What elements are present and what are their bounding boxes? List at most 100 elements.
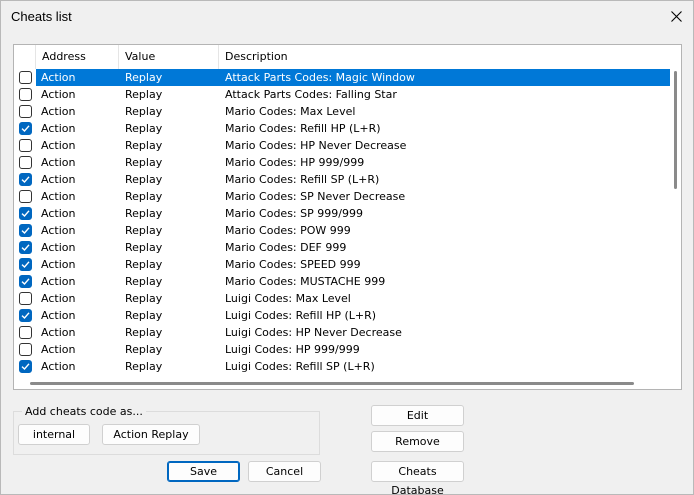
close-icon [670, 11, 682, 22]
row-address: Action [41, 241, 76, 254]
row-description: Mario Codes: Refill SP (L+R) [225, 173, 380, 186]
row-checkbox[interactable] [19, 258, 32, 271]
cancel-button[interactable]: Cancel [248, 461, 321, 482]
row-address: Action [41, 122, 76, 135]
row-checkbox[interactable] [19, 343, 32, 356]
table-row[interactable]: Action Replay Mario Codes: HP 999/999 [14, 154, 670, 171]
list-body: Action Replay Attack Parts Codes: Magic Wi… [14, 69, 670, 379]
row-checkbox[interactable] [19, 139, 32, 152]
row-checkbox[interactable] [19, 105, 32, 118]
row-value: Replay [125, 241, 163, 254]
row-value: Replay [125, 190, 163, 203]
table-row[interactable]: Action Replay Mario Codes: Max Level [14, 103, 670, 120]
column-header-check[interactable] [14, 45, 36, 69]
table-row[interactable]: Action Replay Luigi Codes: Max Level [14, 290, 670, 307]
table-row[interactable]: Action Replay Mario Codes: Refill HP (L+R) [14, 120, 670, 137]
row-value: Replay [125, 292, 163, 305]
horizontal-scrollbar[interactable] [14, 378, 670, 389]
save-button[interactable]: Save [167, 461, 240, 482]
row-address: Action [41, 258, 76, 271]
vertical-scrollbar-thumb[interactable] [674, 71, 677, 189]
row-description: Luigi Codes: Max Level [225, 292, 351, 305]
row-value: Replay [125, 258, 163, 271]
row-value: Replay [125, 326, 163, 339]
row-address: Action [41, 139, 76, 152]
row-checkbox[interactable] [19, 326, 32, 339]
row-checkbox[interactable] [19, 88, 32, 101]
row-value: Replay [125, 156, 163, 169]
row-checkbox[interactable] [19, 190, 32, 203]
row-description: Mario Codes: HP 999/999 [225, 156, 365, 169]
row-address: Action [41, 343, 76, 356]
checkmark-icon [21, 363, 30, 371]
table-row[interactable]: Action Replay Attack Parts Codes: Falling … [14, 86, 670, 103]
row-checkbox[interactable] [19, 360, 32, 373]
row-address: Action [41, 292, 76, 305]
row-description: Mario Codes: DEF 999 [225, 241, 347, 254]
window-title: Cheats list [11, 9, 72, 24]
column-header-value[interactable]: Value [119, 45, 219, 69]
checkmark-icon [21, 176, 30, 184]
cheats-list-view[interactable]: Address Value Description Action Replay At… [13, 44, 682, 390]
row-checkbox[interactable] [19, 71, 32, 84]
row-value: Replay [125, 173, 163, 186]
table-row[interactable]: Action Replay Luigi Codes: Refill HP (L+R) [14, 307, 670, 324]
row-address: Action [41, 71, 76, 84]
row-address: Action [41, 173, 76, 186]
column-header-description[interactable]: Description [219, 45, 681, 69]
list-header: Address Value Description [14, 45, 681, 69]
table-row[interactable]: Action Replay Mario Codes: Refill SP (L+R) [14, 171, 670, 188]
column-header-address[interactable]: Address [36, 45, 119, 69]
row-value: Replay [125, 343, 163, 356]
table-row[interactable]: Action Replay Luigi Codes: HP Never Decrea… [14, 324, 670, 341]
row-value: Replay [125, 88, 163, 101]
title-bar: Cheats list [1, 1, 693, 32]
row-checkbox[interactable] [19, 122, 32, 135]
row-description: Luigi Codes: Refill HP (L+R) [225, 309, 377, 322]
row-address: Action [41, 224, 76, 237]
table-row[interactable]: Action Replay Mario Codes: DEF 999 [14, 239, 670, 256]
row-checkbox[interactable] [19, 207, 32, 220]
checkmark-icon [21, 210, 30, 218]
row-checkbox[interactable] [19, 156, 32, 169]
row-description: Mario Codes: SP Never Decrease [225, 190, 406, 203]
row-value: Replay [125, 224, 163, 237]
remove-button[interactable]: Remove [371, 431, 464, 452]
add-internal-button[interactable]: internal [18, 424, 90, 445]
row-value: Replay [125, 309, 163, 322]
add-action-replay-button[interactable]: Action Replay [102, 424, 200, 445]
table-row[interactable]: Action Replay Luigi Codes: HP 999/999 [14, 341, 670, 358]
table-row[interactable]: Action Replay Mario Codes: POW 999 [14, 222, 670, 239]
table-row[interactable]: Action Replay Mario Codes: MUSTACHE 999 [14, 273, 670, 290]
row-description: Mario Codes: MUSTACHE 999 [225, 275, 386, 288]
row-checkbox[interactable] [19, 241, 32, 254]
row-checkbox[interactable] [19, 309, 32, 322]
row-value: Replay [125, 139, 163, 152]
row-description: Attack Parts Codes: Magic Window [225, 71, 415, 84]
table-row[interactable]: Action Replay Mario Codes: HP Never Decrea… [14, 137, 670, 154]
close-button[interactable] [659, 1, 693, 32]
row-checkbox[interactable] [19, 224, 32, 237]
horizontal-scrollbar-thumb[interactable] [30, 382, 634, 385]
table-row[interactable]: Action Replay Luigi Codes: Refill SP (L+R) [14, 358, 670, 375]
table-row[interactable]: Action Replay Mario Codes: SPEED 999 [14, 256, 670, 273]
row-description: Luigi Codes: HP 999/999 [225, 343, 360, 356]
row-value: Replay [125, 207, 163, 220]
row-checkbox[interactable] [19, 173, 32, 186]
checkmark-icon [21, 312, 30, 320]
row-value: Replay [125, 71, 163, 84]
row-value: Replay [125, 275, 163, 288]
vertical-scrollbar[interactable] [670, 69, 681, 379]
row-checkbox[interactable] [19, 275, 32, 288]
row-address: Action [41, 105, 76, 118]
checkmark-icon [21, 125, 30, 133]
edit-button[interactable]: Edit [371, 405, 464, 426]
table-row[interactable]: Action Replay Attack Parts Codes: Magic Wi… [14, 69, 670, 86]
row-checkbox[interactable] [19, 292, 32, 305]
table-row[interactable]: Action Replay Mario Codes: SP 999/999 [14, 205, 670, 222]
table-row[interactable]: Action Replay Mario Codes: SP Never Decrea… [14, 188, 670, 205]
row-address: Action [41, 275, 76, 288]
add-cheats-group-label: Add cheats code as... [22, 405, 146, 418]
cheats-database-button[interactable]: Cheats Database [371, 461, 464, 495]
checkmark-icon [21, 278, 30, 286]
